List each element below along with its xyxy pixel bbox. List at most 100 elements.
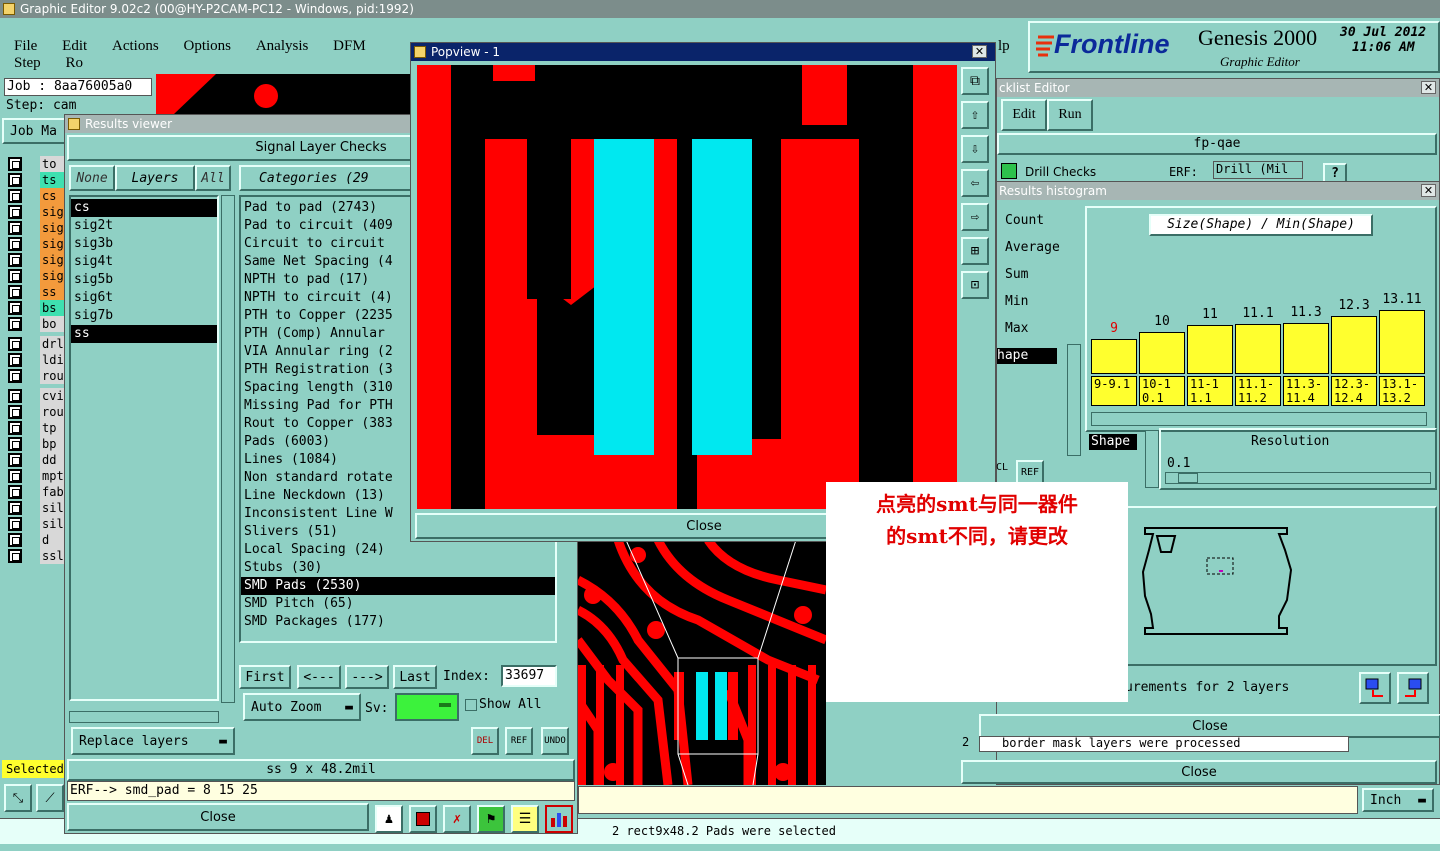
show-all-checkbox[interactable] <box>465 699 477 711</box>
zoom-fit-icon[interactable]: ⧉ <box>961 67 989 95</box>
layer-checkbox[interactable] <box>8 405 22 419</box>
result-layer-item[interactable]: sig3b <box>71 235 217 253</box>
layer-checkbox[interactable] <box>8 389 22 403</box>
histogram-bar[interactable] <box>1091 339 1137 374</box>
layer-row[interactable]: rou <box>8 404 64 420</box>
layer-checkbox[interactable] <box>8 173 22 187</box>
move-right-icon[interactable]: ⇨ <box>961 203 989 231</box>
layer-checkbox[interactable] <box>8 501 22 515</box>
resolution-slider[interactable] <box>1165 472 1431 484</box>
layers-scrollbar[interactable] <box>221 195 235 703</box>
layer-checkbox[interactable] <box>8 189 22 203</box>
index-field[interactable]: 33697 <box>501 665 557 687</box>
layer-checkbox[interactable] <box>8 353 22 367</box>
result-layer-item[interactable]: sig7b <box>71 307 217 325</box>
tool-icon-5[interactable]: ☰ <box>511 805 539 833</box>
layer-checkbox[interactable] <box>8 269 22 283</box>
result-layer-item[interactable]: sig2t <box>71 217 217 235</box>
layer-checkbox[interactable] <box>8 549 22 563</box>
zoom-out-icon[interactable]: ⊡ <box>961 271 989 299</box>
histogram-bar[interactable] <box>1283 323 1329 374</box>
layer-row[interactable]: to <box>8 156 64 172</box>
unit-select[interactable]: Inch ▬ <box>1362 788 1434 812</box>
close-icon[interactable]: ✕ <box>1421 81 1436 94</box>
histogram-range-label[interactable]: 9-9.1 <box>1091 376 1137 406</box>
layer-row[interactable]: cs <box>8 188 64 204</box>
layer-row[interactable]: sil <box>8 516 64 532</box>
close-icon[interactable]: ✕ <box>972 45 987 58</box>
auto-zoom-button[interactable]: Auto Zoom ▬ <box>243 693 361 721</box>
layer-checkbox[interactable] <box>8 485 22 499</box>
category-item[interactable]: SMD Pitch (65) <box>241 595 555 613</box>
layers-hscroll[interactable] <box>69 711 219 723</box>
ref-icon-button[interactable]: REF <box>1016 460 1044 484</box>
cl-button[interactable]: CL <box>996 462 1010 482</box>
layer-row[interactable]: bo <box>8 316 64 332</box>
tool-icon-2[interactable] <box>409 805 437 833</box>
histogram-bar[interactable] <box>1331 316 1377 374</box>
menu-file[interactable]: File <box>14 38 37 54</box>
layer-checkbox[interactable] <box>8 469 22 483</box>
histogram-range-label[interactable]: 11-11.1 <box>1187 376 1233 406</box>
tool-icon-1[interactable]: ♟ <box>375 805 403 833</box>
move-up-icon[interactable]: ⇧ <box>961 101 989 129</box>
layer-row[interactable]: bp <box>8 436 64 452</box>
next-button[interactable]: ---> <box>345 665 389 689</box>
sv-color-select[interactable] <box>395 693 459 721</box>
stat-max[interactable]: Max <box>997 320 1077 347</box>
histogram-bar[interactable] <box>1379 310 1425 374</box>
stat-sum[interactable]: Sum <box>997 266 1077 293</box>
menu-step[interactable]: Step <box>14 55 41 71</box>
zoom-tool-icon[interactable]: ⤡ <box>4 784 32 812</box>
layer-checkbox[interactable] <box>8 205 22 219</box>
shape-scrollbar[interactable] <box>1145 430 1159 488</box>
layer-row[interactable]: ts <box>8 172 64 188</box>
layer-row[interactable]: mpt <box>8 468 64 484</box>
replace-layers-button[interactable]: Replace layers ▬ <box>71 727 235 755</box>
help-button[interactable]: ? <box>1323 163 1347 183</box>
category-item[interactable]: SMD Packages (177) <box>241 613 555 631</box>
edit-menu[interactable]: Edit <box>1001 99 1047 131</box>
result-layer-item[interactable]: sig6t <box>71 289 217 307</box>
layer-row[interactable]: tp <box>8 420 64 436</box>
shape-label[interactable]: Shape <box>1089 434 1137 450</box>
stat-min[interactable]: Min <box>997 293 1077 320</box>
layer-checkbox[interactable] <box>8 157 22 171</box>
layer-checkbox[interactable] <box>8 533 22 547</box>
undo-icon[interactable]: UNDO <box>541 727 569 755</box>
menu-dfm[interactable]: DFM <box>333 38 366 54</box>
selected-attribute[interactable]: hape <box>997 348 1057 364</box>
layer-row[interactable]: sig <box>8 236 64 252</box>
layer-row[interactable]: sig <box>8 252 64 268</box>
result-layer-item[interactable]: ss <box>71 325 217 343</box>
layer-checkbox[interactable] <box>8 253 22 267</box>
close-icon[interactable]: ✕ <box>1421 184 1436 197</box>
layers-all-button[interactable]: All <box>195 165 231 191</box>
job-manager-tab[interactable]: Job Ma <box>2 118 66 144</box>
layer-row[interactable]: dd <box>8 452 64 468</box>
zoom-in-icon[interactable]: ⊞ <box>961 237 989 265</box>
bottom-close-button[interactable]: Close <box>961 760 1437 784</box>
menu-analysis[interactable]: Analysis <box>256 38 309 54</box>
histogram-bar[interactable] <box>1235 324 1281 374</box>
pcb-canvas[interactable] <box>578 540 826 785</box>
category-item[interactable]: SMD Pads (2530) <box>241 577 555 595</box>
histogram-range-label[interactable]: 10-10.1 <box>1139 376 1185 406</box>
first-button[interactable]: First <box>239 665 291 689</box>
menu-edit[interactable]: Edit <box>62 38 87 54</box>
chart-icon[interactable] <box>545 805 573 833</box>
layer-row[interactable]: ssl <box>8 548 64 564</box>
layer-checkbox[interactable] <box>8 453 22 467</box>
layer-row[interactable]: bs <box>8 300 64 316</box>
measure-tool-icon[interactable]: ⟋ <box>36 784 64 812</box>
import-icon[interactable] <box>1397 672 1429 704</box>
category-item[interactable]: Local Spacing (24) <box>241 541 555 559</box>
layer-row[interactable]: sig <box>8 268 64 284</box>
category-item[interactable]: Stubs (30) <box>241 559 555 577</box>
layer-checkbox[interactable] <box>8 421 22 435</box>
layer-row[interactable]: fab <box>8 484 64 500</box>
layer-row[interactable]: sig <box>8 204 64 220</box>
stat-average[interactable]: Average <box>997 239 1077 266</box>
tool-icon-4[interactable]: ⚑ <box>477 805 505 833</box>
result-layer-item[interactable]: sig4t <box>71 253 217 271</box>
